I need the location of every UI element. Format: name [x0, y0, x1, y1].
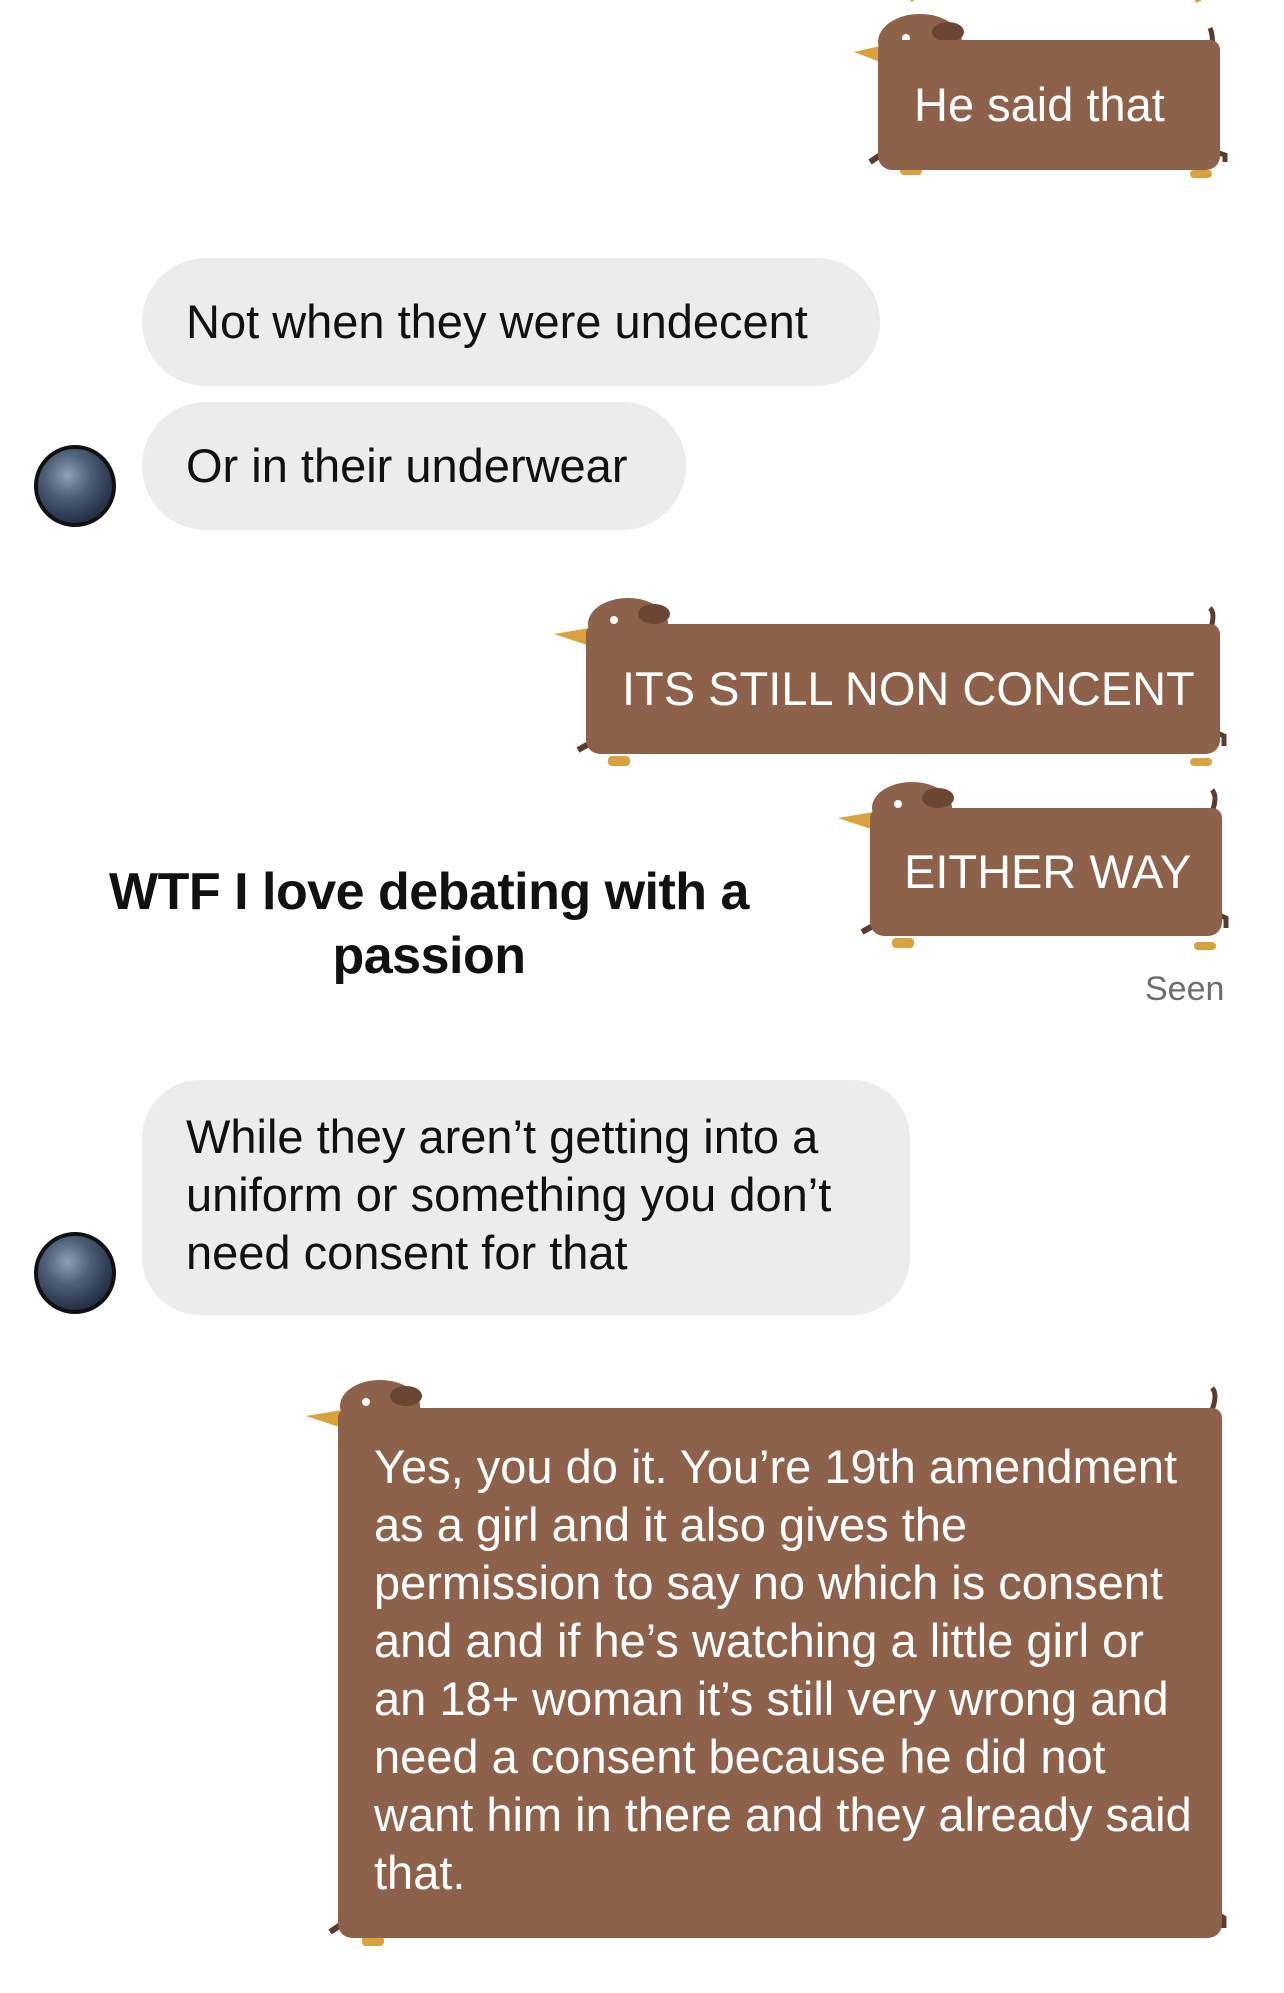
overlay-caption: WTF I love debating with a passion: [109, 863, 749, 985]
message-text: While they aren’t getting into a uniform…: [186, 1110, 832, 1279]
avatar-icon[interactable]: [34, 1232, 116, 1314]
seen-status: Seen: [1145, 970, 1225, 1008]
outgoing-message-1[interactable]: He said that: [840, 0, 1240, 190]
avatar-icon[interactable]: [34, 445, 116, 527]
message-text: He said that: [914, 78, 1165, 131]
incoming-message-2[interactable]: Not when they were undecent: [142, 258, 880, 386]
outgoing-message-7[interactable]: Yes, you do it. You’re 19th amendment as…: [300, 1380, 1242, 1950]
message-text: Yes, you do it. You’re 19th amendment as…: [374, 1440, 1192, 1899]
message-text: ITS STILL NON CONCENT: [622, 662, 1195, 715]
outgoing-message-5[interactable]: EITHER WAY: [832, 782, 1242, 957]
message-text: EITHER WAY: [904, 845, 1192, 898]
message-text: Or in their underwear: [186, 439, 628, 492]
outgoing-message-4[interactable]: ITS STILL NON CONCENT: [548, 598, 1240, 775]
incoming-message-3[interactable]: Or in their underwear: [142, 402, 686, 530]
message-text: Not when they were undecent: [186, 295, 808, 348]
incoming-message-6[interactable]: While they aren’t getting into a uniform…: [142, 1080, 910, 1315]
